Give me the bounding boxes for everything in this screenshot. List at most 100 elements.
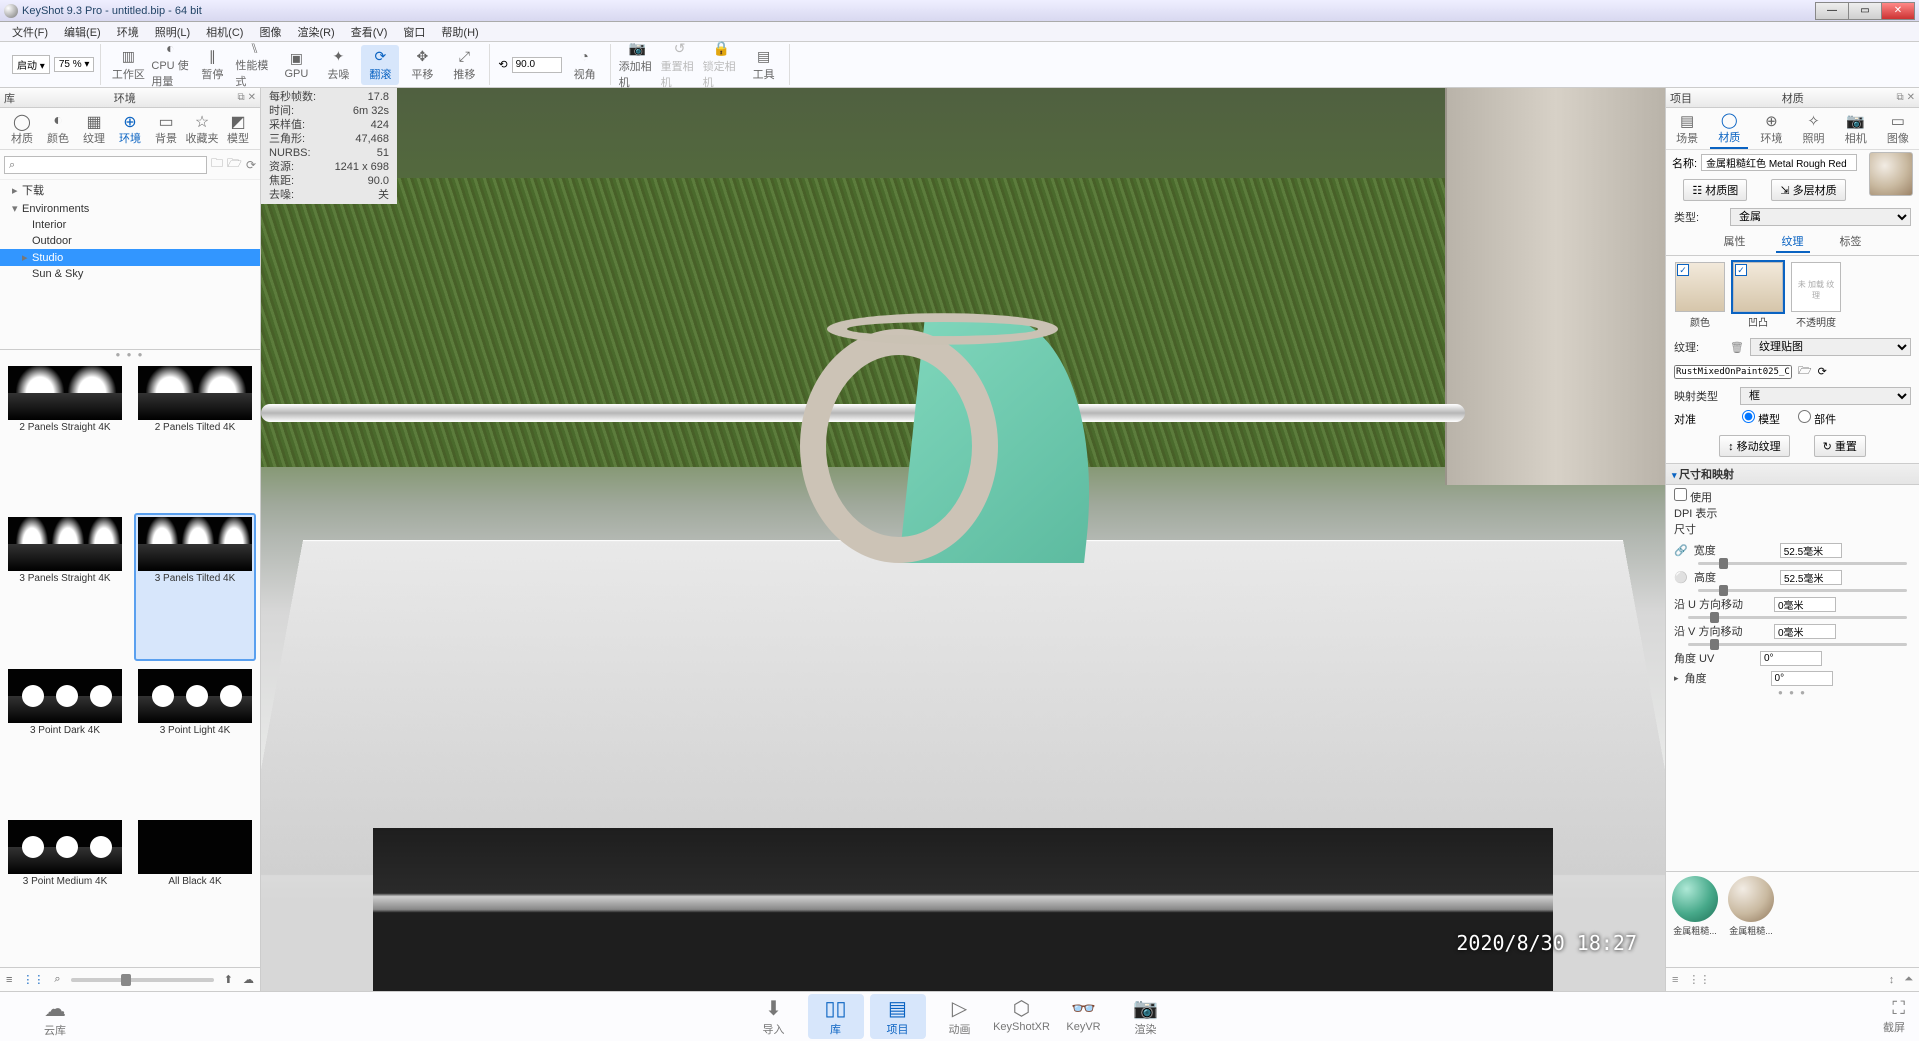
refresh-file-icon[interactable]: ⟳: [1818, 365, 1827, 378]
tree-item[interactable]: ▸下载: [0, 180, 260, 200]
env-thumbnail[interactable]: 3 Point Light 4K: [134, 665, 256, 812]
material-swatch[interactable]: 金属粗糙...: [1670, 876, 1720, 963]
env-thumbnail[interactable]: 3 Point Dark 4K: [4, 665, 126, 812]
size-mapping-section[interactable]: 尺寸和映射: [1666, 463, 1919, 485]
close-pane-icon[interactable]: ✕: [248, 92, 256, 103]
sort-icon[interactable]: ↕: [1889, 974, 1895, 986]
angle2-input[interactable]: [1771, 671, 1833, 686]
import-icon[interactable]: ⬆: [224, 973, 233, 986]
width-input[interactable]: [1780, 543, 1842, 558]
browse-file-icon[interactable]: 🗁: [1798, 362, 1812, 381]
height-input[interactable]: [1780, 570, 1842, 585]
delete-texture-icon[interactable]: 🗑: [1730, 341, 1744, 354]
tree-item[interactable]: Outdoor: [0, 233, 260, 249]
project-tab-材质[interactable]: ◯材质: [1710, 109, 1748, 149]
close-button[interactable]: ✕: [1881, 2, 1915, 20]
toolbar-去噪[interactable]: ✦去噪: [319, 45, 357, 85]
list-view-icon[interactable]: ≡: [6, 974, 12, 986]
mapping-type-select[interactable]: 框: [1740, 387, 1911, 405]
project-tab-相机[interactable]: 📷相机: [1837, 110, 1875, 148]
bottom-KeyVR[interactable]: 👓KeyVR: [1056, 994, 1112, 1039]
shift-u-slider[interactable]: [1688, 616, 1907, 619]
list-view-icon[interactable]: ≡: [1672, 974, 1678, 986]
project-tab-场景[interactable]: ▤场景: [1668, 110, 1706, 148]
width-slider[interactable]: [1698, 562, 1907, 565]
env-thumbnail[interactable]: 2 Panels Tilted 4K: [134, 362, 256, 509]
align-part-radio[interactable]: 部件: [1798, 410, 1836, 427]
zoom-select[interactable]: 75 % ▾: [54, 57, 95, 72]
env-thumbnail[interactable]: 2 Panels Straight 4K: [4, 362, 126, 509]
render-viewport[interactable]: 2020/8/30 18:27: [261, 88, 1665, 991]
bottom-导入[interactable]: ⬇导入: [746, 994, 802, 1039]
toolbar-平移[interactable]: ✥平移: [403, 45, 441, 85]
tree-item[interactable]: Interior: [0, 217, 260, 233]
cloud-library-button[interactable]: ☁ 云库: [0, 996, 110, 1038]
splitter[interactable]: ● ● ●: [0, 350, 260, 358]
toolbar-GPU[interactable]: ▣GPU: [277, 45, 315, 85]
material-subtab[interactable]: 标签: [1834, 231, 1868, 253]
project-tab-照明[interactable]: ✧照明: [1795, 110, 1833, 148]
texture-mode-select[interactable]: 纹理贴图: [1750, 338, 1911, 356]
tree-item[interactable]: ▸Studio: [0, 249, 260, 266]
lib-tab[interactable]: 库: [4, 90, 15, 106]
material-type-select[interactable]: 金属: [1730, 208, 1911, 226]
menu-image[interactable]: 图像: [251, 24, 289, 40]
material-subtab[interactable]: 纹理: [1776, 231, 1810, 253]
zoom-out-icon[interactable]: ⌕: [54, 973, 60, 986]
tree-item[interactable]: Sun & Sky: [0, 266, 260, 282]
toolbar-CPU 使用量[interactable]: ◐CPU 使用量: [151, 45, 189, 85]
library-search-input[interactable]: [4, 156, 207, 174]
tree-item[interactable]: ▾Environments: [0, 200, 260, 217]
lib-cat-背景[interactable]: ▭背景: [149, 112, 183, 146]
env-thumbnail[interactable]: 3 Panels Tilted 4K: [134, 513, 256, 660]
minimize-button[interactable]: —: [1815, 2, 1849, 20]
shift-v-slider[interactable]: [1688, 643, 1907, 646]
toolbar-工具[interactable]: ▤工具: [745, 45, 783, 85]
folder-up-icon[interactable]: 🗀: [211, 154, 223, 175]
material-graph-button[interactable]: ☷ 材质图: [1683, 179, 1747, 201]
lib-cat-环境[interactable]: ⊕环境: [113, 112, 147, 146]
toolbar-暂停[interactable]: ∥暂停: [193, 45, 231, 85]
texture-slot-凹凸[interactable]: ✓凹凸: [1732, 262, 1784, 329]
bottom-渲染[interactable]: 📷渲染: [1118, 994, 1174, 1039]
menu-file[interactable]: 文件(F): [4, 24, 56, 40]
menu-view[interactable]: 查看(V): [343, 24, 396, 40]
thumbnail-size-slider[interactable]: [71, 978, 214, 982]
texture-slot-不透明度[interactable]: 未 加载 纹理不透明度: [1790, 262, 1842, 329]
project-tab-环境[interactable]: ⊕环境: [1752, 110, 1790, 148]
environment-tree[interactable]: ▸下载▾EnvironmentsInteriorOutdoor▸StudioSu…: [0, 180, 260, 350]
menu-help[interactable]: 帮助(H): [433, 24, 486, 40]
undock-icon[interactable]: ⧉: [237, 92, 244, 103]
toolbar-推移[interactable]: ⤢推移: [445, 45, 483, 85]
cloud-icon[interactable]: ☁: [243, 973, 254, 986]
filter-icon[interactable]: ⏶: [1904, 973, 1913, 986]
view-angle-input[interactable]: [512, 57, 562, 73]
menu-lighting[interactable]: 照明(L): [147, 24, 198, 40]
menu-env[interactable]: 环境: [109, 24, 147, 40]
env-thumbnail[interactable]: 3 Point Medium 4K: [4, 816, 126, 963]
height-slider[interactable]: [1698, 589, 1907, 592]
close-pane-icon[interactable]: ✕: [1907, 92, 1915, 103]
texture-slot-颜色[interactable]: ✓颜色: [1674, 262, 1726, 329]
undock-icon[interactable]: ⧉: [1896, 92, 1903, 103]
lib-cat-纹理[interactable]: ▦纹理: [77, 112, 111, 146]
bottom-项目[interactable]: ▤项目: [870, 994, 926, 1039]
menu-camera[interactable]: 相机(C): [198, 24, 251, 40]
bottom-动画[interactable]: ▷动画: [932, 994, 988, 1039]
bottom-库[interactable]: ▯▯库: [808, 994, 864, 1039]
folder-icon[interactable]: 🗁: [227, 154, 242, 175]
grid-view-icon[interactable]: ⋮⋮: [1688, 973, 1710, 986]
env-thumbnail[interactable]: 3 Panels Straight 4K: [4, 513, 126, 660]
material-name-input[interactable]: [1701, 154, 1857, 171]
menu-window[interactable]: 窗口: [395, 24, 433, 40]
lib-cat-模型[interactable]: ◩模型: [221, 112, 255, 146]
multi-material-button[interactable]: ⇲ 多层材质: [1771, 179, 1845, 201]
maximize-button[interactable]: ▭: [1848, 2, 1882, 20]
shift-v-input[interactable]: [1774, 624, 1836, 639]
grid-view-icon[interactable]: ⋮⋮: [22, 973, 44, 986]
project-tab-图像[interactable]: ▭图像: [1879, 110, 1917, 148]
toolbar-性能模式[interactable]: ⑊性能模式: [235, 45, 273, 85]
use-dpi-checkbox[interactable]: 使用 DPI 表示尺寸: [1674, 488, 1724, 537]
menu-edit[interactable]: 编辑(E): [56, 24, 109, 40]
toolbar-翻滚[interactable]: ⟳翻滚: [361, 45, 399, 85]
